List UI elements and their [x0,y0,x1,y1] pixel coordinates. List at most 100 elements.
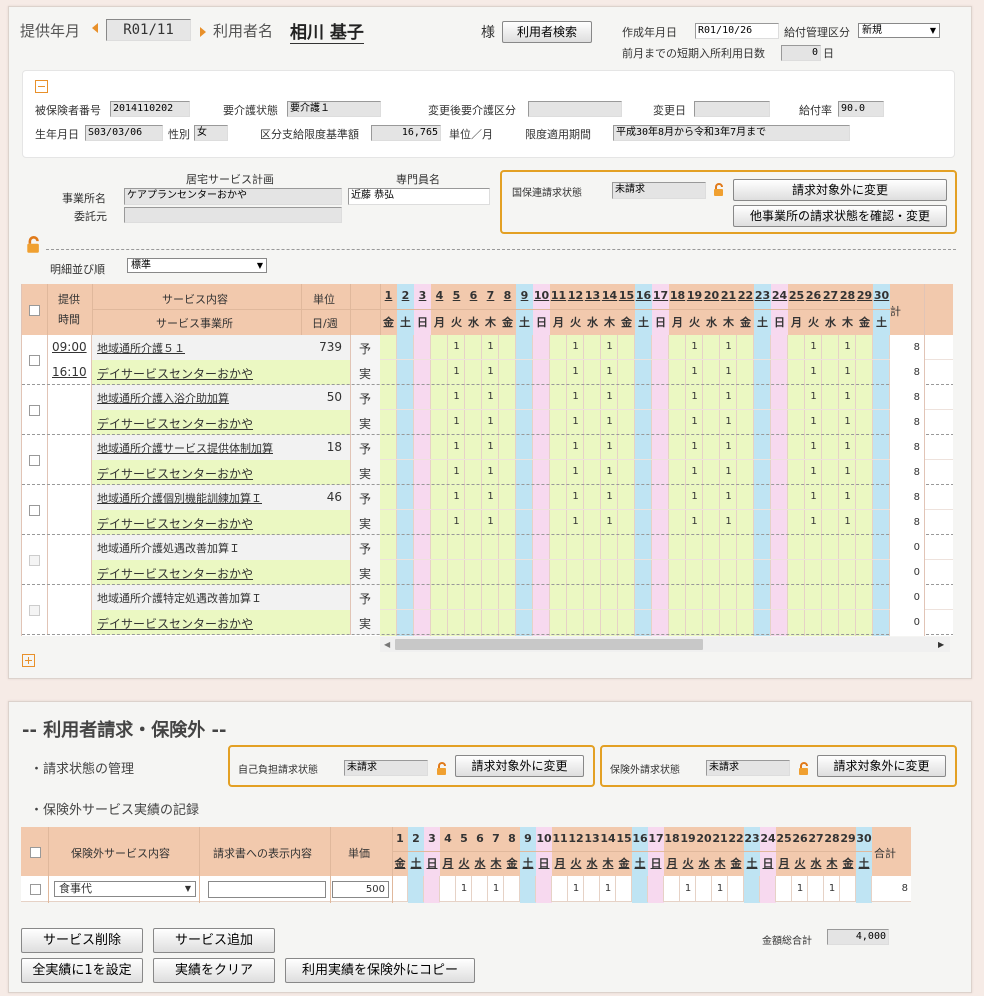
day-value[interactable]: 1 [686,391,703,402]
service-name[interactable]: 地域通所介護サービス提供体制加算 [97,440,273,456]
day-value[interactable]: 1 [805,516,822,527]
day-number[interactable]: 29 [856,289,873,302]
day-number[interactable]: 6 [472,832,488,845]
day-value[interactable]: 1 [839,341,856,352]
day-number[interactable]: 1 [392,832,408,845]
day-number[interactable]: 18 [664,832,680,845]
header-checkbox[interactable] [30,847,41,858]
service-office[interactable]: デイサービスセンターおかや [97,615,253,632]
day-number[interactable]: 20 [703,289,720,302]
day-value[interactable]: 1 [456,883,472,894]
header-checkbox[interactable] [29,305,40,316]
scrollbar-thumb[interactable] [395,639,703,650]
row-checkbox[interactable] [29,455,40,466]
unlock-icon[interactable] [798,762,812,776]
day-value[interactable]: 1 [482,516,499,527]
day-value[interactable]: 1 [839,491,856,502]
day-number[interactable]: 14 [600,832,616,845]
day-number[interactable]: 24 [760,832,776,845]
day-number[interactable]: 8 [499,289,516,302]
day-value[interactable]: 1 [482,491,499,502]
day-value[interactable]: 1 [805,416,822,427]
day-number[interactable]: 14 [601,289,618,302]
day-value[interactable]: 1 [720,491,737,502]
row-checkbox[interactable] [29,405,40,416]
day-value[interactable]: 1 [792,883,808,894]
service-office[interactable]: デイサービスセンターおかや [97,515,253,532]
day-value[interactable]: 1 [482,416,499,427]
self-exclude-button[interactable]: 請求対象外に変更 [455,755,584,777]
collapse-icon[interactable] [35,80,48,93]
add-service-button[interactable]: サービス追加 [153,928,275,953]
day-value[interactable]: 1 [805,491,822,502]
day-number[interactable]: 1 [380,289,397,302]
day-value[interactable]: 1 [839,441,856,452]
day-value[interactable]: 1 [567,491,584,502]
day-value[interactable]: 1 [686,466,703,477]
day-number[interactable]: 12 [567,289,584,302]
day-value[interactable]: 1 [567,416,584,427]
day-value[interactable]: 1 [720,516,737,527]
extra-service-select[interactable]: 食事代 ▼ [54,881,196,897]
day-value[interactable]: 1 [488,883,504,894]
day-value[interactable]: 1 [601,341,618,352]
day-number[interactable]: 3 [424,832,440,845]
day-number[interactable]: 2 [397,289,414,302]
day-value[interactable]: 1 [720,416,737,427]
day-value[interactable]: 1 [601,516,618,527]
expand-icon[interactable] [22,654,35,667]
day-number[interactable]: 3 [414,289,431,302]
day-value[interactable]: 1 [805,366,822,377]
day-value[interactable]: 1 [686,416,703,427]
day-value[interactable]: 1 [686,366,703,377]
prev-month-icon[interactable] [92,23,98,33]
row-checkbox[interactable] [29,505,40,516]
day-number[interactable]: 4 [440,832,456,845]
day-number[interactable]: 11 [552,832,568,845]
day-number[interactable]: 10 [536,832,552,845]
day-value[interactable]: 1 [720,466,737,477]
service-office[interactable]: デイサービスセンターおかや [97,465,253,482]
day-value[interactable]: 1 [839,366,856,377]
day-number[interactable]: 23 [754,289,771,302]
day-number[interactable]: 30 [856,832,872,845]
day-number[interactable]: 25 [776,832,792,845]
service-name[interactable]: 地域通所介護個別機能訓練加算Ｉ [97,490,262,506]
day-value[interactable]: 1 [839,516,856,527]
service-office[interactable]: デイサービスセンターおかや [97,565,253,582]
day-number[interactable]: 21 [712,832,728,845]
day-value[interactable]: 1 [805,341,822,352]
day-value[interactable]: 1 [805,441,822,452]
horizontal-scrollbar[interactable]: ◀ ▶ [380,637,950,652]
day-number[interactable]: 30 [873,289,890,302]
day-number[interactable]: 11 [550,289,567,302]
day-number[interactable]: 22 [728,832,744,845]
day-value[interactable]: 1 [686,341,703,352]
day-value[interactable]: 1 [601,391,618,402]
day-value[interactable]: 1 [720,366,737,377]
day-value[interactable]: 1 [448,366,465,377]
day-number[interactable]: 4 [431,289,448,302]
day-value[interactable]: 1 [448,416,465,427]
day-value[interactable]: 1 [824,883,840,894]
nhi-check-button[interactable]: 他事業所の請求状態を確認・変更 [733,205,947,227]
day-number[interactable]: 16 [632,832,648,845]
day-value[interactable]: 1 [680,883,696,894]
unlock-icon[interactable] [26,236,44,254]
day-value[interactable]: 1 [720,391,737,402]
provide-month-field[interactable]: R01/11 [106,19,191,41]
day-value[interactable]: 1 [482,391,499,402]
day-value[interactable]: 1 [805,391,822,402]
ext-exclude-button[interactable]: 請求対象外に変更 [817,755,946,777]
service-office[interactable]: デイサービスセンターおかや [97,415,253,432]
sort-select[interactable]: 標準 ▼ [127,258,267,273]
day-value[interactable]: 1 [448,441,465,452]
day-value[interactable]: 1 [720,441,737,452]
day-number[interactable]: 29 [840,832,856,845]
day-value[interactable]: 1 [686,491,703,502]
day-number[interactable]: 18 [669,289,686,302]
service-name[interactable]: 地域通所介護入浴介助加算 [97,390,229,406]
day-number[interactable]: 13 [584,832,600,845]
day-value[interactable]: 1 [686,441,703,452]
day-number[interactable]: 22 [737,289,754,302]
